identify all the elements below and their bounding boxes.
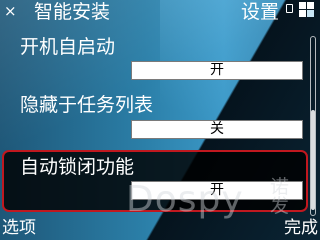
options-softkey[interactable]: 选项 xyxy=(2,218,36,238)
setting-value-box[interactable]: 关 xyxy=(131,120,303,139)
watermark-text: Dospy xyxy=(126,179,244,220)
title-bar: × 智能安装 设置 xyxy=(0,0,320,24)
done-softkey[interactable]: 完成 xyxy=(284,218,318,238)
setting-label: 自动锁闭功能 xyxy=(20,156,135,178)
apps-grid-icon-part xyxy=(307,2,314,9)
apps-grid-icon xyxy=(299,2,306,9)
setting-label: 隐藏于任务列表 xyxy=(20,94,154,116)
phone-icon xyxy=(286,4,293,13)
setting-label: 开机自启动 xyxy=(20,36,116,58)
watermark-mark: 诺 发 xyxy=(270,176,290,217)
apps-grid-icon-part xyxy=(307,10,314,17)
settings-title: 设置 xyxy=(241,1,280,23)
scrollbar-thumb[interactable] xyxy=(311,110,315,210)
apps-grid-icon-part xyxy=(299,10,306,17)
app-title: 智能安装 xyxy=(34,1,111,23)
setting-value-box[interactable]: 开 xyxy=(131,61,303,80)
close-icon[interactable]: × xyxy=(4,3,17,19)
